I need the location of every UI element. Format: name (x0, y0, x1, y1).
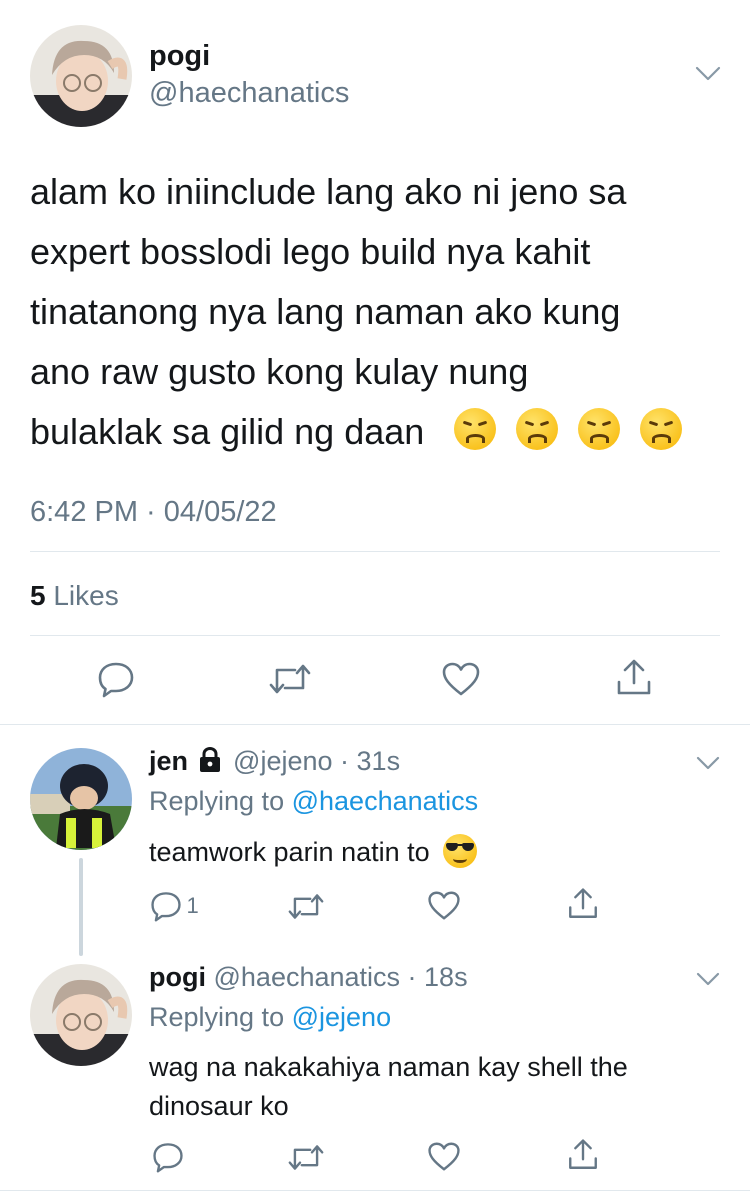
avatar[interactable] (30, 25, 132, 127)
display-name[interactable]: pogi (149, 962, 206, 992)
tweet-text-line: bulaklak sa gilid ng daan (30, 402, 730, 462)
tweet-timestamp[interactable]: 6:42 PM · 04/05/22 (30, 496, 277, 529)
chevron-down-icon[interactable] (696, 972, 720, 987)
share-icon[interactable] (566, 887, 600, 921)
likes-count: 5 (30, 580, 46, 611)
divider (30, 551, 720, 552)
display-name[interactable]: pogi (149, 40, 210, 73)
sunglasses-face-icon (443, 834, 478, 868)
reply-text-line: dinosaur ko (149, 1091, 289, 1121)
disappointed-face-icon (516, 408, 559, 450)
share-icon[interactable] (566, 1138, 600, 1172)
thread-line (79, 858, 83, 956)
replying-to: Replying to @haechanatics (149, 786, 478, 817)
section-divider (0, 724, 750, 725)
retweet-icon[interactable] (287, 1143, 325, 1172)
user-handle[interactable]: @haechanatics (149, 77, 349, 110)
reply-time: · 18s (407, 962, 468, 992)
avatar[interactable] (30, 964, 132, 1066)
share-icon[interactable] (614, 658, 654, 698)
replying-to: Replying to @jejeno (149, 1002, 391, 1033)
replying-to-mention[interactable]: @jejeno (292, 1002, 391, 1032)
replying-to-label: Replying to (149, 1002, 285, 1032)
lock-icon (198, 746, 222, 780)
like-heart-icon[interactable] (441, 661, 481, 697)
like-heart-icon[interactable] (427, 1141, 461, 1172)
replying-to-label: Replying to (149, 786, 285, 816)
reply-text: teamwork parin natin to (149, 834, 478, 868)
display-name[interactable]: jen (149, 746, 188, 776)
reply-count: 1 (186, 893, 199, 918)
disappointed-face-icon (640, 408, 683, 450)
divider (30, 635, 720, 636)
like-heart-icon[interactable] (427, 890, 461, 921)
chevron-down-icon[interactable] (696, 756, 720, 771)
reply-time: · 31s (340, 746, 401, 776)
user-handle[interactable]: @haechanatics (214, 962, 401, 992)
tweet-text-line: alam ko iniinclude lang ako ni jeno sa (30, 171, 627, 212)
likes-stat[interactable]: 5 Likes (30, 580, 119, 612)
reply-icon (150, 890, 182, 922)
disappointed-face-icon (578, 408, 621, 450)
reply-button[interactable]: 1 (150, 890, 199, 922)
replying-to-mention[interactable]: @haechanatics (292, 786, 479, 816)
likes-label: Likes (53, 580, 119, 611)
user-handle[interactable]: @jejeno (233, 746, 332, 776)
retweet-icon[interactable] (287, 892, 325, 921)
tweet-text-line: expert bosslodi lego build nya kahit (30, 231, 591, 272)
reply-icon[interactable] (152, 1141, 184, 1173)
chevron-down-icon[interactable] (695, 66, 721, 82)
reply-text-content: teamwork parin natin to (149, 837, 430, 867)
tweet-text-line-content: bulaklak sa gilid ng daan (30, 411, 425, 452)
tweet-text-line: tinatanong nya lang naman ako kung (30, 291, 621, 332)
avatar[interactable] (30, 748, 132, 850)
reply-icon[interactable] (97, 660, 135, 698)
retweet-icon[interactable] (268, 662, 312, 696)
reply-header: pogi @haechanatics · 18s (149, 962, 468, 993)
tweet-text: alam ko iniinclude lang ako ni jeno sa e… (30, 162, 730, 462)
section-divider (0, 1190, 750, 1191)
reply-text: wag na nakakahiya naman kay shell the di… (149, 1048, 729, 1126)
disappointed-face-icon (454, 408, 497, 450)
tweet-text-line: ano raw gusto kong kulay nung (30, 351, 529, 392)
reply-header: jen @jejeno · 31s (149, 746, 400, 780)
reply-text-line: wag na nakakahiya naman kay shell the (149, 1052, 628, 1082)
